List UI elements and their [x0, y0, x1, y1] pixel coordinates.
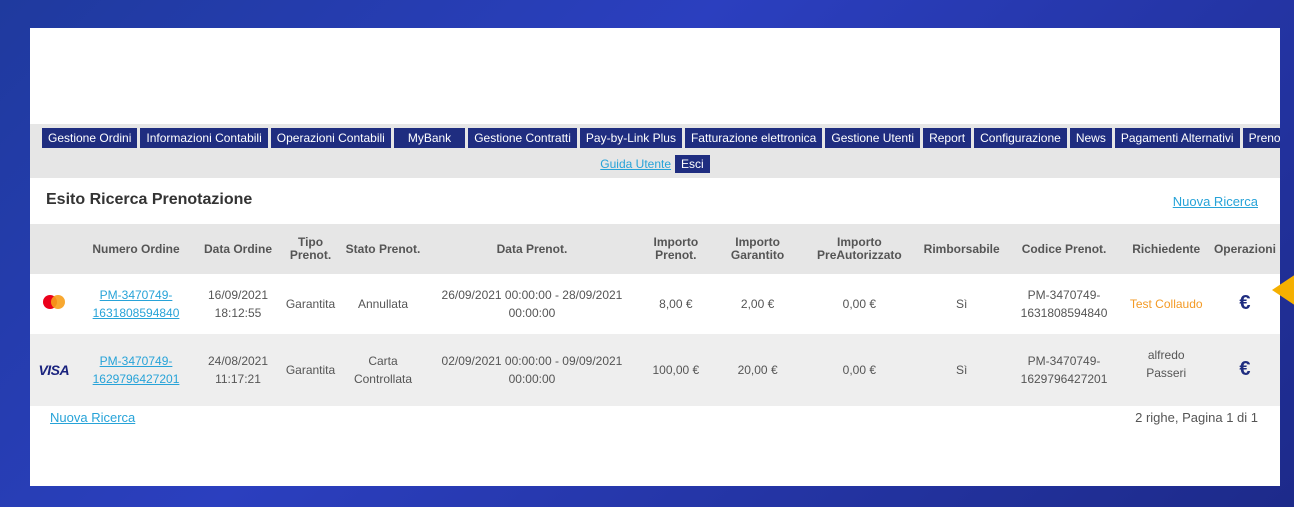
nav-gestione-contratti[interactable]: Gestione Contratti — [468, 128, 577, 148]
order-number-cell: PM-3470749- 1629796427201 — [77, 334, 195, 406]
nav-menu: Gestione Ordini Informazioni Contabili O… — [42, 128, 1280, 148]
mastercard-icon — [42, 294, 65, 309]
table-row: PM-3470749- 1631808594840 16/09/2021 18:12… — [30, 274, 1280, 334]
header-res-date: Data Prenot. — [426, 224, 638, 274]
nav-gestione-ordini[interactable]: Gestione Ordini — [42, 128, 138, 148]
res-amount-cell: 8,00 € — [637, 274, 715, 334]
res-type-cell: Garantita — [281, 274, 340, 334]
header-res-code: Codice Prenot. — [1005, 224, 1123, 274]
page-title: Esito Ricerca Prenotazione — [46, 191, 253, 208]
card-cell — [30, 274, 78, 334]
refundable-cell: Sì — [917, 334, 1006, 406]
exit-button[interactable]: Esci — [675, 155, 710, 173]
res-date-cell: 02/09/2021 00:00:00 - 09/09/2021 00:00:00 — [426, 334, 638, 406]
header-res-status: Stato Prenot. — [339, 224, 427, 274]
order-number-cell: PM-3470749- 1631808594840 — [77, 274, 195, 334]
header-operations: Operazioni — [1209, 224, 1280, 274]
guaranteed-amount-cell: 20,00 € — [714, 334, 801, 406]
res-code-cell: PM-3470749- 1631808594840 — [1005, 274, 1123, 334]
order-date-cell: 24/08/2021 11:17:21 — [194, 334, 282, 406]
requester-cell: Test Collaudo — [1122, 274, 1210, 334]
nav-prenotazioni[interactable]: Prenotazioni — [1242, 128, 1280, 148]
header-refundable: Rimborsabile — [917, 224, 1006, 274]
header-res-type: Tipo Prenot. — [281, 224, 340, 274]
euro-icon[interactable]: € — [1239, 358, 1250, 380]
refundable-cell: Sì — [917, 274, 1006, 334]
euro-icon[interactable]: € — [1239, 292, 1250, 314]
res-status-cell: Carta Controllata — [339, 334, 427, 406]
header-requester: Richiedente — [1122, 224, 1210, 274]
nav-utility: Guida Utente Esci — [30, 154, 1280, 174]
results-table: Numero Ordine Data Ordine Tipo Prenot. S… — [30, 224, 1280, 406]
user-guide-link[interactable]: Guida Utente — [600, 157, 671, 171]
operations-cell: € — [1209, 274, 1280, 334]
nav-pay-by-link-plus[interactable]: Pay-by-Link Plus — [579, 128, 682, 148]
header-guaranteed-amount: Importo Garantito — [714, 224, 801, 274]
res-date-cell: 26/09/2021 00:00:00 - 28/09/2021 00:00:00 — [426, 274, 638, 334]
nav-configurazione[interactable]: Configurazione — [974, 128, 1067, 148]
header-res-amount: Importo Prenot. — [637, 224, 715, 274]
nav-pagamenti-alternativi[interactable]: Pagamenti Alternativi — [1114, 128, 1240, 148]
top-navigation: Gestione Ordini Informazioni Contabili O… — [30, 124, 1280, 178]
nav-news[interactable]: News — [1069, 128, 1112, 148]
header-order-date: Data Ordine — [194, 224, 282, 274]
nav-report[interactable]: Report — [923, 128, 972, 148]
nav-operazioni-contabili[interactable]: Operazioni Contabili — [270, 128, 391, 148]
pointer-arrow-icon — [1272, 270, 1294, 310]
table-row: VISA PM-3470749- 1629796427201 24/08/2021… — [30, 334, 1280, 406]
preauth-amount-cell: 0,00 € — [800, 334, 918, 406]
preauth-amount-cell: 0,00 € — [800, 274, 918, 334]
order-number-link[interactable]: PM-3470749- 1631808594840 — [93, 288, 180, 320]
visa-icon: VISA — [38, 361, 70, 378]
header-card — [30, 224, 78, 274]
header-preauth-amount: Importo PreAutorizzato — [800, 224, 918, 274]
requester-cell: alfredo Passeri — [1122, 334, 1210, 406]
nav-mybank[interactable]: MyBank — [393, 128, 466, 148]
card-cell: VISA — [30, 334, 78, 406]
new-search-link-top[interactable]: Nuova Ricerca — [1173, 194, 1258, 209]
nav-informazioni-contabili[interactable]: Informazioni Contabili — [140, 128, 268, 148]
res-type-cell: Garantita — [281, 334, 340, 406]
res-amount-cell: 100,00 € — [637, 334, 715, 406]
new-search-link-bottom[interactable]: Nuova Ricerca — [50, 410, 135, 425]
res-code-cell: PM-3470749- 1629796427201 — [1005, 334, 1123, 406]
header-order-number: Numero Ordine — [77, 224, 195, 274]
order-date-cell: 16/09/2021 18:12:55 — [194, 274, 282, 334]
guaranteed-amount-cell: 2,00 € — [714, 274, 801, 334]
table-header-row: Numero Ordine Data Ordine Tipo Prenot. S… — [30, 224, 1280, 274]
operations-cell: € — [1209, 334, 1280, 406]
order-number-link[interactable]: PM-3470749- 1629796427201 — [93, 354, 180, 386]
nav-fatturazione-elettronica[interactable]: Fatturazione elettronica — [684, 128, 823, 148]
pagination-info: 2 righe, Pagina 1 di 1 — [1135, 410, 1258, 425]
main-frame: Gestione Ordini Informazioni Contabili O… — [30, 28, 1280, 486]
res-status-cell: Annullata — [339, 274, 427, 334]
nav-gestione-utenti[interactable]: Gestione Utenti — [825, 128, 921, 148]
